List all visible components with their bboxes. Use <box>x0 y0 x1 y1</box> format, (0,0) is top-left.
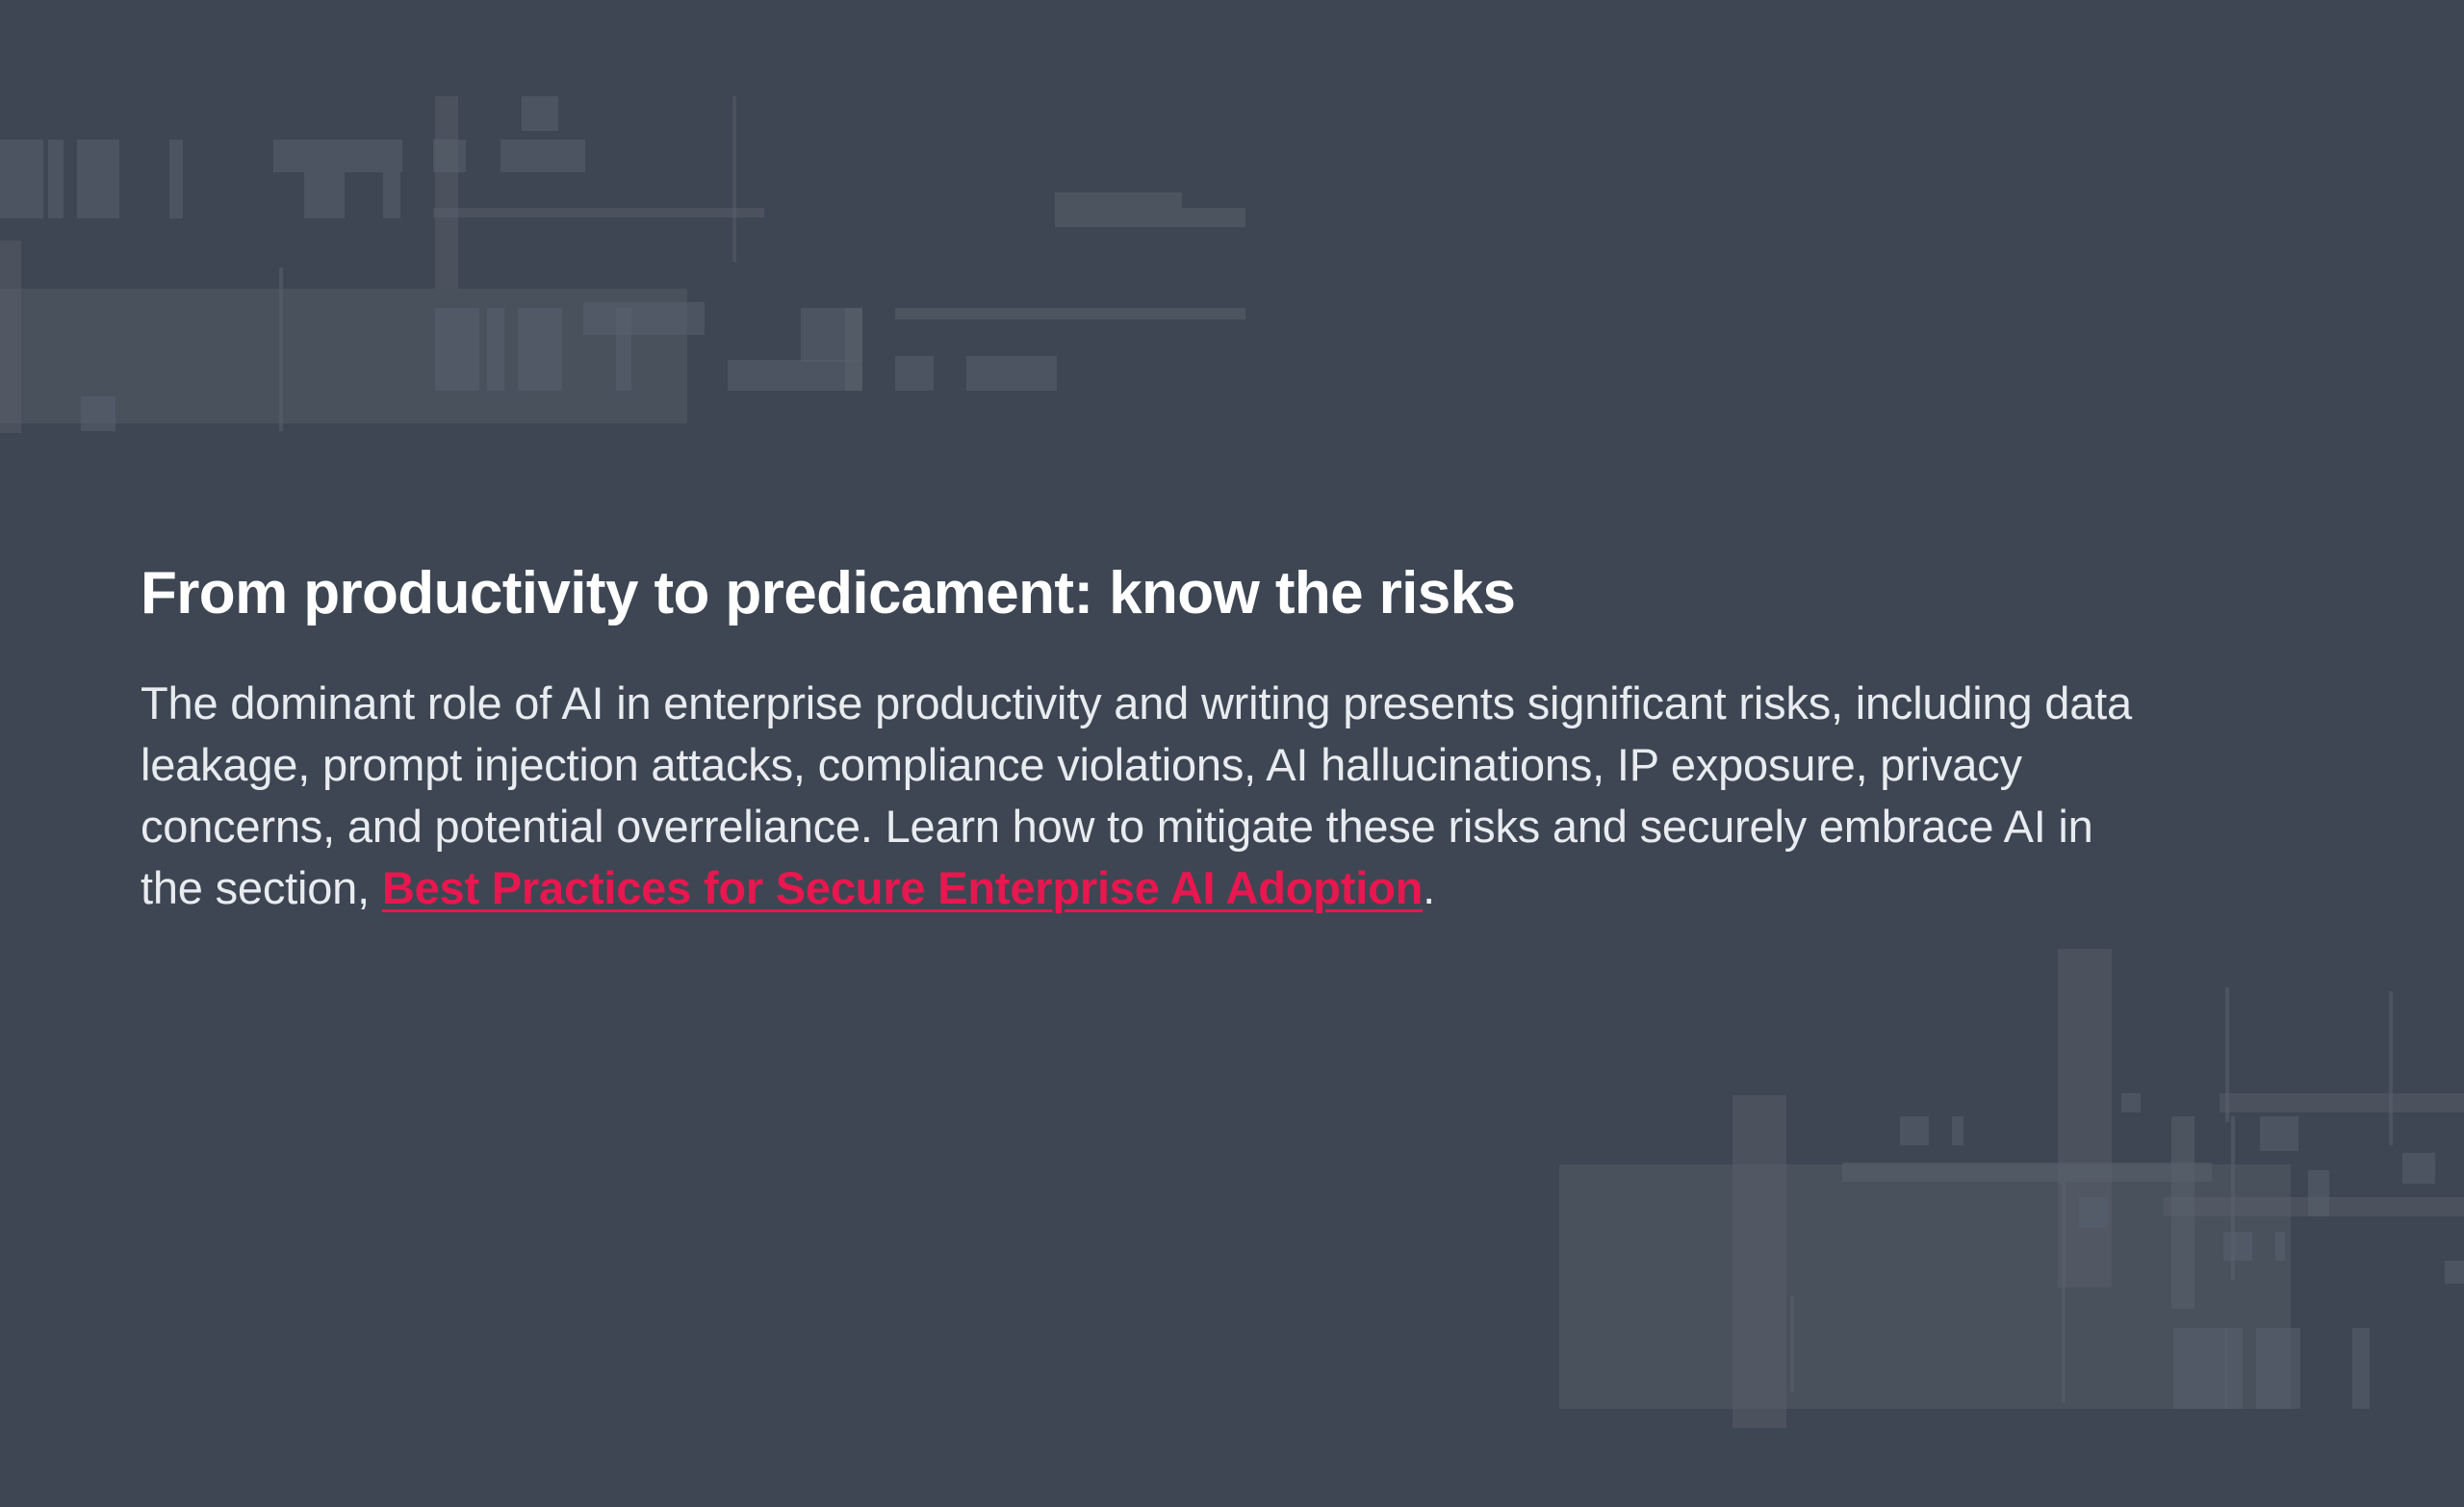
section-body-tail: . <box>1423 862 1435 913</box>
section-body: The dominant role of AI in enterprise pr… <box>141 673 2162 919</box>
decorative-pattern-bottom <box>1559 949 2464 1428</box>
risks-section: From productivity to predicament: know t… <box>141 553 2220 919</box>
best-practices-link[interactable]: Best Practices for Secure Enterprise AI … <box>382 862 1423 913</box>
decorative-pattern-top <box>0 96 1245 433</box>
section-heading: From productivity to predicament: know t… <box>141 560 1516 626</box>
